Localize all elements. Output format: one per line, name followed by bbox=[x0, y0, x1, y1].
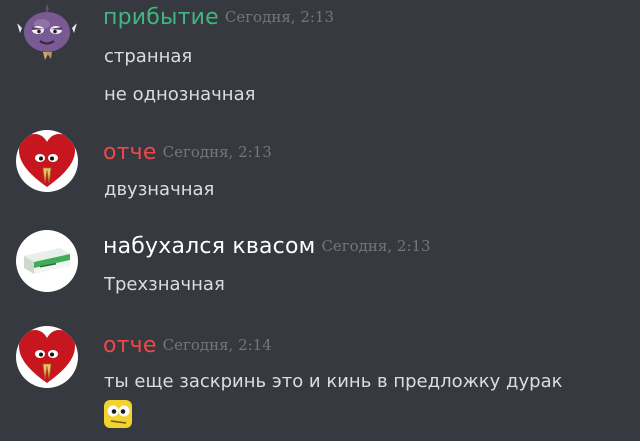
medicine-box-avatar-icon bbox=[16, 230, 78, 292]
avatar[interactable] bbox=[16, 130, 78, 192]
message-text: Трехзначная bbox=[104, 274, 225, 295]
chat-message-list: прибытие Сегодня, 2:13 странная не однозн… bbox=[0, 0, 640, 441]
username[interactable]: отче bbox=[103, 140, 157, 165]
username[interactable]: набухался квасом bbox=[103, 234, 315, 259]
username[interactable]: прибытие bbox=[103, 5, 219, 30]
username[interactable]: отче bbox=[103, 333, 157, 358]
red-heart-praying-avatar-icon bbox=[16, 326, 78, 388]
message-text: ты еще заскринь это и кинь в предложку д… bbox=[104, 371, 563, 392]
timestamp: Сегодня, 2:13 bbox=[224, 8, 335, 26]
avatar[interactable] bbox=[16, 326, 78, 388]
purple-onion-face-avatar-icon bbox=[16, 2, 78, 64]
yellow-face-emoji-icon[interactable] bbox=[103, 399, 133, 429]
message-text: не однозначная bbox=[104, 84, 256, 105]
timestamp: Сегодня, 2:13 bbox=[162, 143, 272, 161]
avatar[interactable] bbox=[16, 230, 78, 292]
message-text: странная bbox=[104, 46, 193, 67]
red-heart-praying-avatar-icon bbox=[16, 130, 78, 192]
timestamp: Сегодня, 2:14 bbox=[162, 336, 272, 354]
timestamp: Сегодня, 2:13 bbox=[321, 237, 431, 255]
message-text: двузначная bbox=[104, 179, 215, 200]
avatar[interactable] bbox=[16, 2, 78, 64]
